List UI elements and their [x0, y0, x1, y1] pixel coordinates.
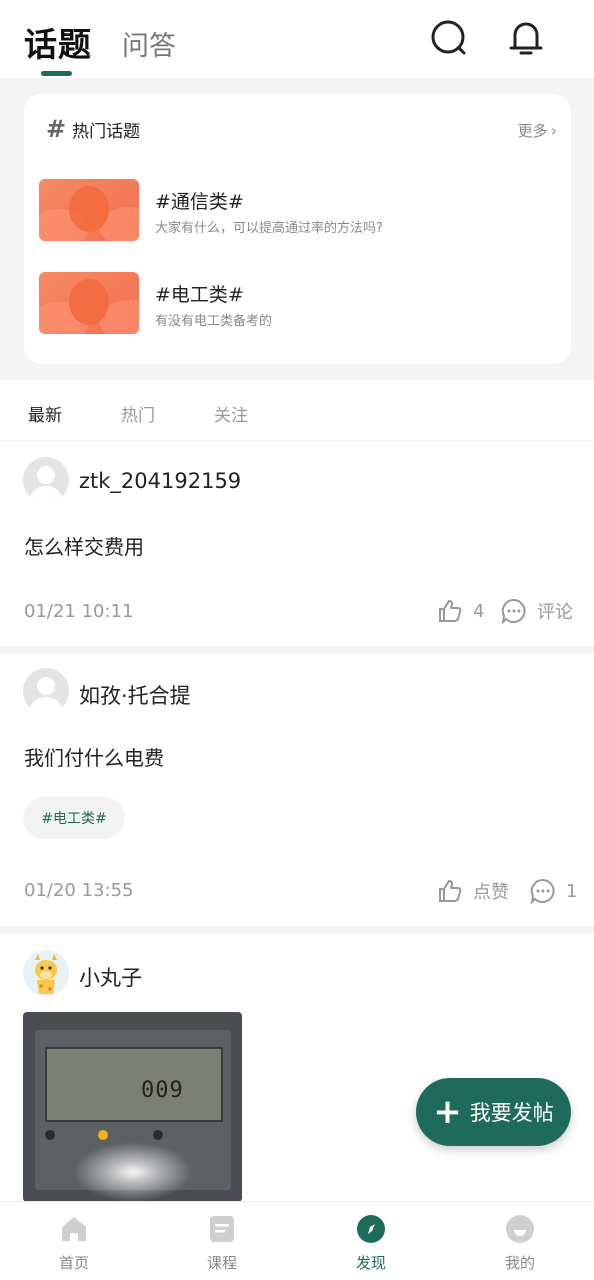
thumbs-up-icon [437, 878, 463, 904]
new-post-button[interactable]: + 我要发帖 [416, 1078, 571, 1146]
more-label: 更多 [517, 122, 548, 140]
feed-filter-tabs: 最新 热门 关注 [0, 380, 594, 440]
course-icon [207, 1214, 237, 1244]
nav-label: 首页 [58, 1254, 89, 1272]
nav-courses[interactable]: 课程 [148, 1202, 296, 1280]
tab-following[interactable]: 关注 [214, 401, 248, 426]
search-icon[interactable] [429, 18, 469, 58]
nav-discover[interactable]: 发现 [297, 1202, 445, 1280]
top-header: 话题 问答 [0, 0, 594, 78]
post-card[interactable]: 如孜·托合提 我们付什么电费 #电工类# 01/20 13:55 点赞 1 [0, 654, 594, 926]
giraffe-avatar-icon [24, 951, 68, 995]
post-username[interactable]: ztk_204192159 [79, 469, 241, 493]
nav-label: 课程 [206, 1254, 237, 1272]
hot-topics-title: 热门话题 [72, 121, 141, 142]
tab-latest[interactable]: 最新 [28, 401, 62, 426]
post-photo[interactable]: 009 [23, 1012, 242, 1202]
hot-topics-header: # 热门话题 [46, 115, 141, 143]
post-username[interactable]: 如孜·托合提 [79, 680, 191, 710]
avatar[interactable] [23, 950, 69, 996]
comment-icon [501, 598, 527, 624]
topic-item[interactable]: #通信类# 大家有什么，可以提高通过率的方法吗? [39, 179, 549, 243]
avatar[interactable] [23, 668, 69, 714]
topic-name: #通信类# [155, 191, 244, 213]
tab-qa[interactable]: 问答 [122, 24, 176, 63]
topic-desc: 大家有什么，可以提高通过率的方法吗? [155, 221, 383, 236]
thumbs-up-icon [437, 598, 463, 624]
post-card[interactable]: ztk_204192159 怎么样交费用 01/21 10:11 4 评论 [0, 441, 594, 646]
topic-item[interactable]: #电工类# 有没有电工类备考的 [39, 272, 549, 336]
more-link[interactable]: 更多 › [518, 120, 557, 141]
active-tab-indicator [41, 71, 72, 76]
discover-page: 话题 问答 # 热门话题 更多 › #通信类# 大家有什么，可以提高通过率的方法… [0, 0, 594, 1280]
bottom-nav: 首页 课程 发现 我的 [0, 1201, 594, 1280]
chevron-right-icon: › [550, 121, 557, 140]
topic-thumbnail [39, 272, 139, 334]
like-button[interactable]: 4 [437, 598, 484, 624]
meter-reading: 009 [141, 1078, 184, 1103]
nav-mine[interactable]: 我的 [446, 1202, 594, 1280]
topic-tag[interactable]: #电工类# [23, 797, 125, 839]
bell-icon[interactable] [506, 18, 546, 58]
comment-label: 评论 [537, 602, 573, 623]
like-button[interactable]: 点赞 [437, 878, 509, 904]
hash-icon: # [46, 115, 67, 143]
plus-icon: + [433, 1092, 462, 1132]
comment-button[interactable]: 评论 [501, 598, 573, 624]
nav-home[interactable]: 首页 [0, 1202, 148, 1280]
topic-thumbnail [39, 179, 139, 241]
post-content: 怎么样交费用 [24, 535, 144, 559]
like-label: 点赞 [473, 882, 509, 903]
post-time: 01/21 10:11 [24, 601, 134, 622]
post-time: 01/20 13:55 [24, 880, 134, 901]
nav-label: 发现 [355, 1254, 386, 1272]
topic-desc: 有没有电工类备考的 [155, 314, 273, 329]
smiley-icon [505, 1214, 535, 1244]
new-post-label: 我要发帖 [469, 1101, 554, 1125]
comment-button[interactable]: 1 [530, 878, 577, 904]
tab-popular[interactable]: 热门 [121, 401, 155, 426]
post-card[interactable]: 小丸子 009 [0, 934, 594, 1202]
avatar[interactable] [23, 457, 69, 503]
topic-name: #电工类# [155, 284, 244, 306]
like-count: 4 [473, 600, 485, 622]
home-icon [59, 1214, 89, 1244]
compass-icon [356, 1214, 386, 1244]
hot-topics-card: # 热门话题 更多 › #通信类# 大家有什么，可以提高通过率的方法吗? #电工… [24, 94, 571, 364]
post-username[interactable]: 小丸子 [79, 962, 142, 992]
comment-count: 1 [566, 880, 578, 902]
comment-icon [530, 878, 556, 904]
tab-topics[interactable]: 话题 [24, 18, 92, 66]
post-content: 我们付什么电费 [24, 746, 164, 770]
nav-label: 我的 [504, 1254, 535, 1272]
